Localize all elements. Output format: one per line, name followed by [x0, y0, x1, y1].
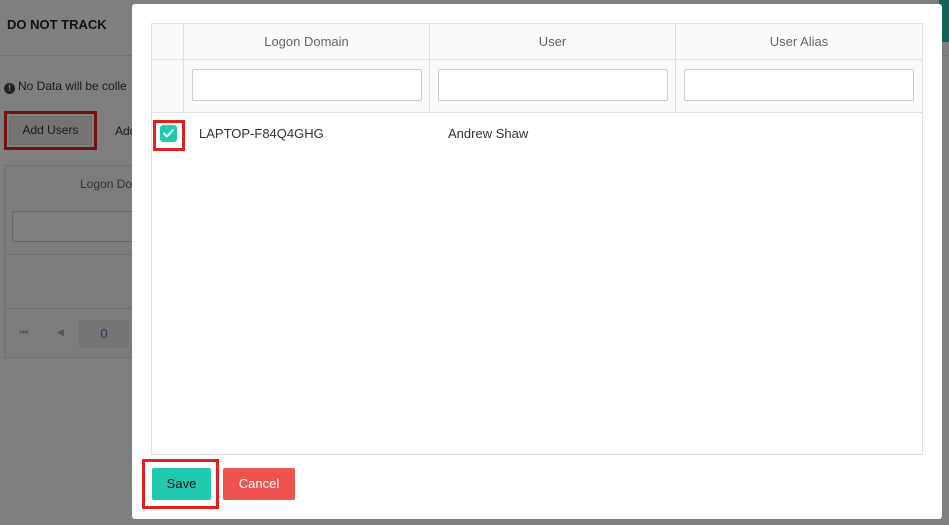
column-header-logon-domain[interactable]: Logon Domain	[183, 24, 429, 60]
users-grid: Logon Domain User User Alias LAPTOP-F84Q…	[151, 23, 923, 455]
add-users-modal: Logon Domain User User Alias LAPTOP-F84Q…	[132, 4, 942, 519]
user-filter-input[interactable]	[438, 69, 668, 101]
row-checkbox[interactable]	[160, 125, 177, 142]
cell-user: Andrew Shaw	[448, 126, 529, 141]
cell-logon-domain: LAPTOP-F84Q4GHG	[199, 126, 324, 141]
check-icon	[163, 129, 174, 138]
logon-domain-filter-cell	[183, 60, 429, 113]
select-filter-cell	[152, 60, 184, 113]
column-header-user[interactable]: User	[429, 24, 675, 60]
logon-domain-filter-input[interactable]	[192, 69, 422, 101]
grid-header: Logon Domain User User Alias	[152, 24, 922, 60]
column-header-user-alias[interactable]: User Alias	[675, 24, 922, 60]
table-row[interactable]: LAPTOP-F84Q4GHG Andrew Shaw	[152, 113, 922, 155]
filter-row	[152, 60, 922, 113]
user-filter-cell	[429, 60, 675, 113]
user-alias-filter-cell	[675, 60, 922, 113]
select-column-header	[152, 24, 184, 60]
user-alias-filter-input[interactable]	[684, 69, 914, 101]
cancel-button[interactable]: Cancel	[223, 468, 295, 500]
save-button[interactable]: Save	[152, 468, 211, 500]
